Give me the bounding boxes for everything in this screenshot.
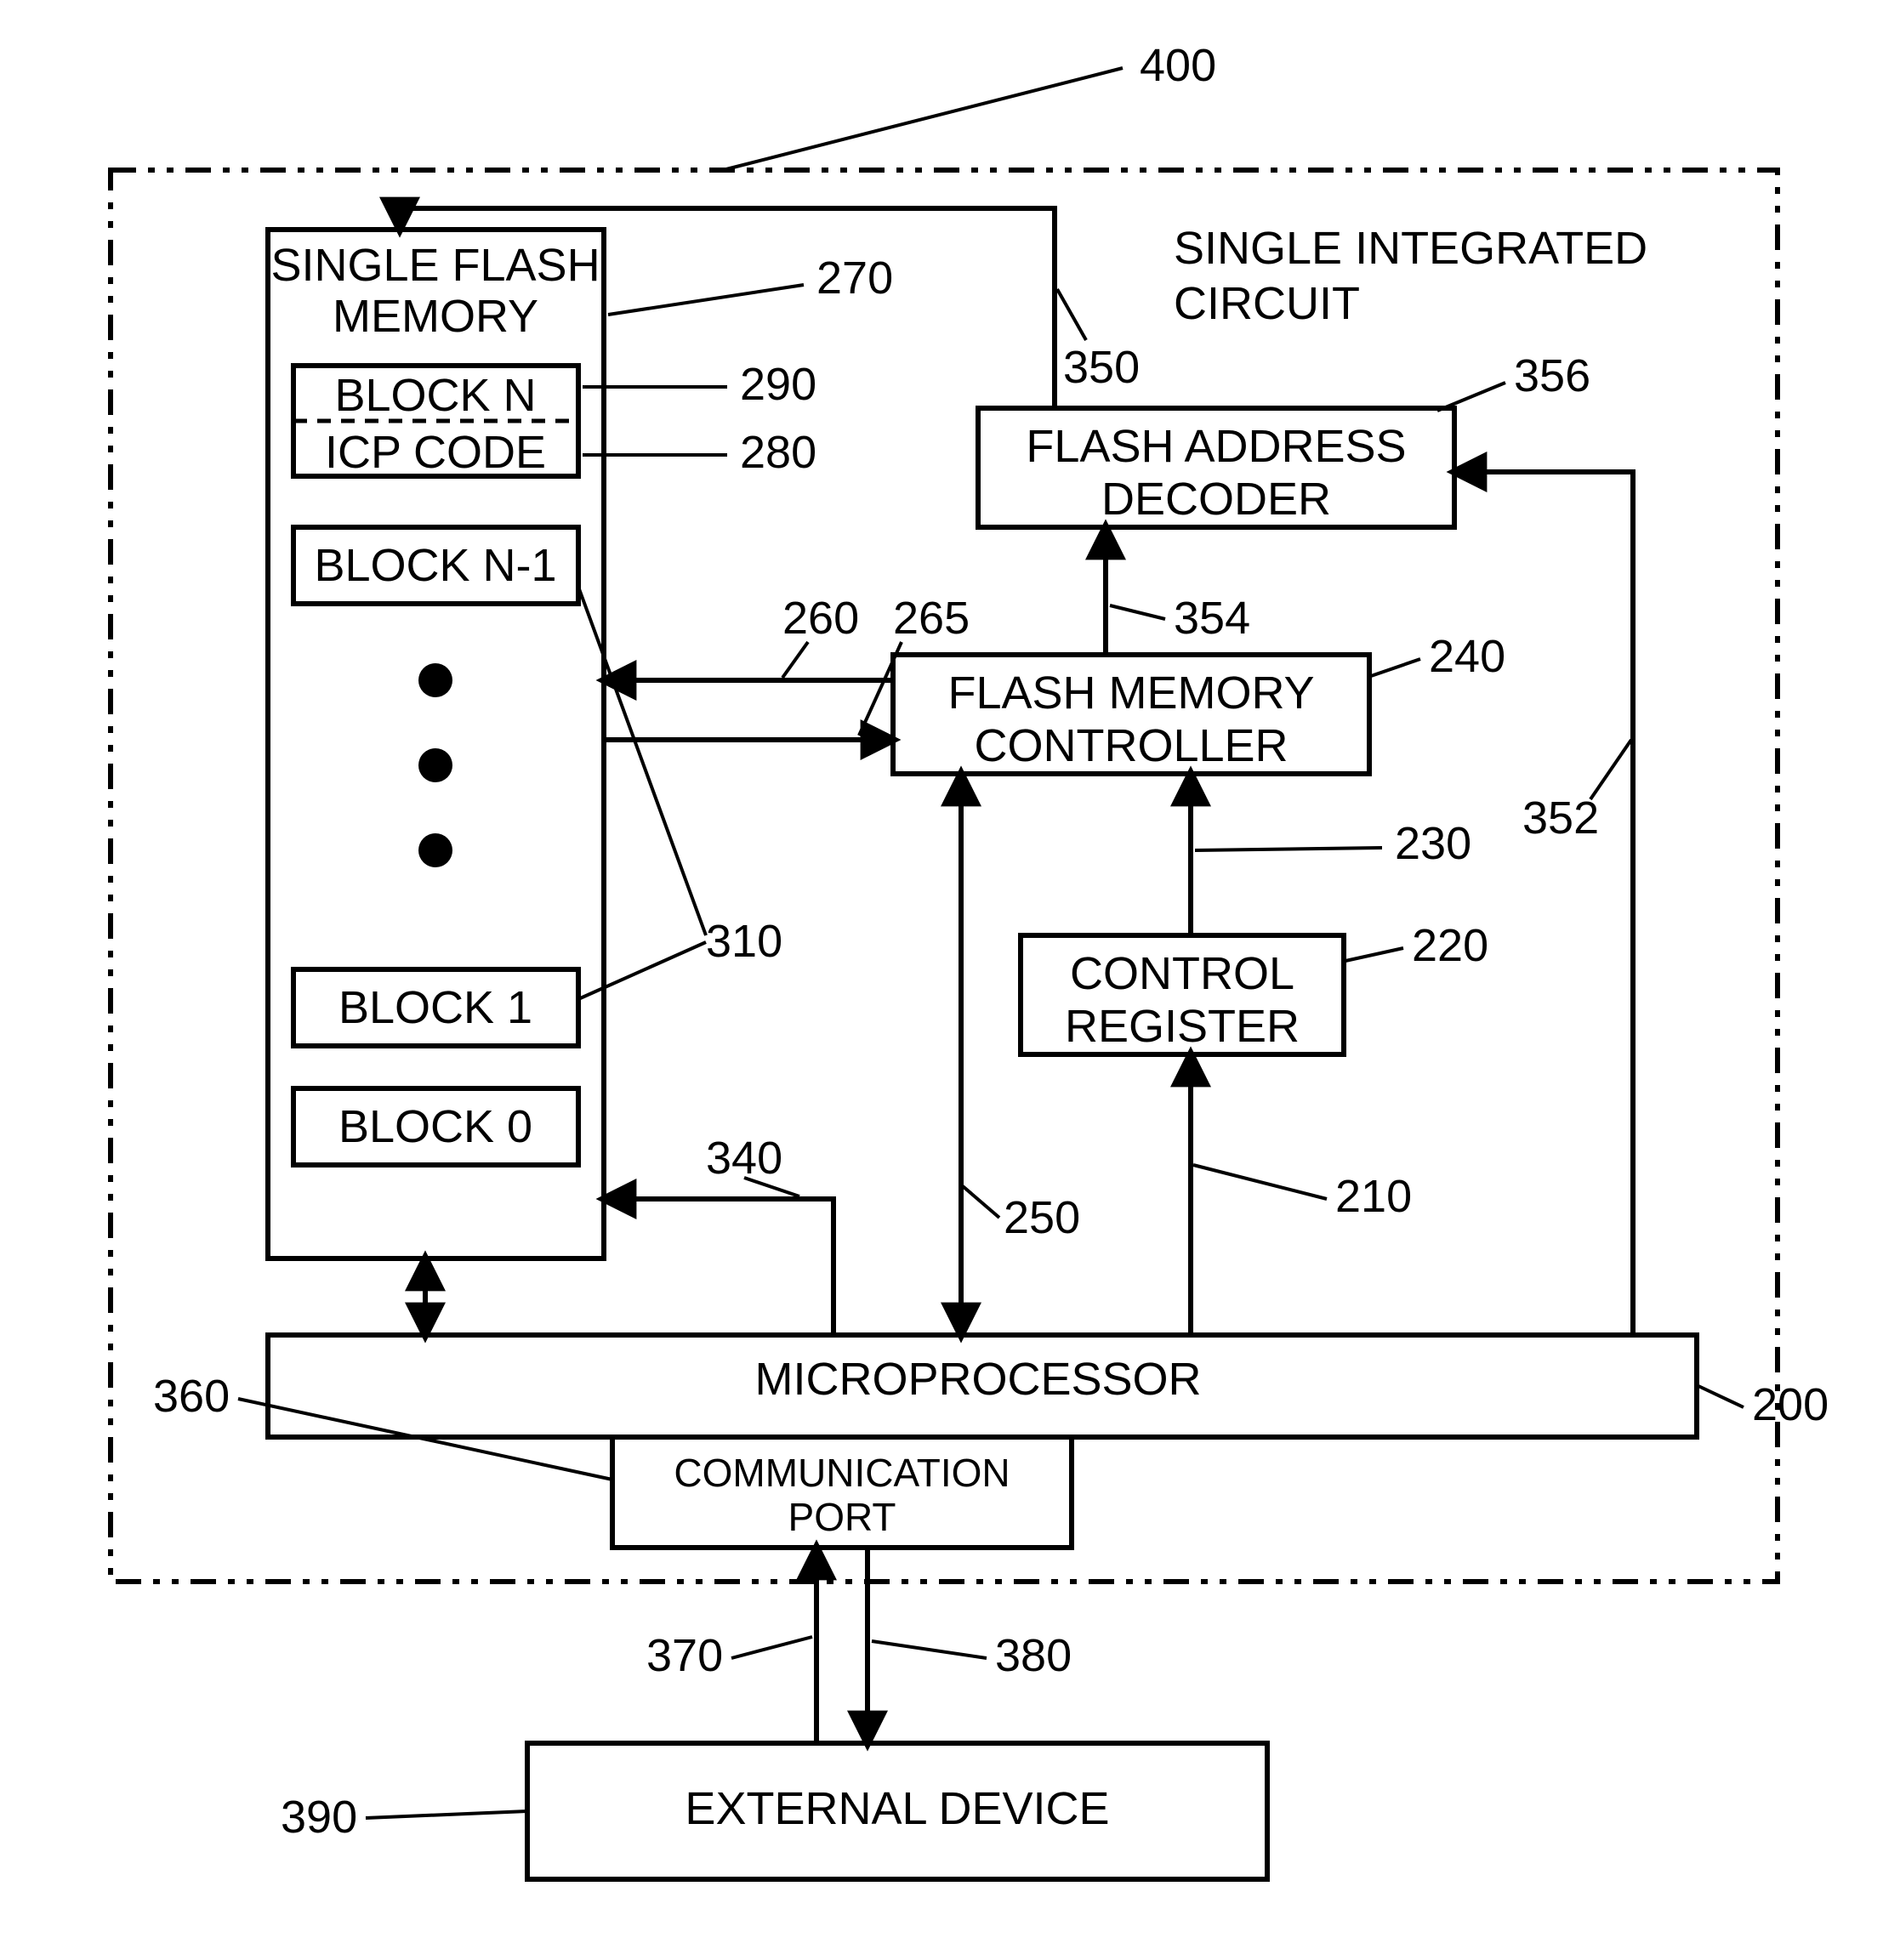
conn-340 bbox=[604, 1199, 833, 1335]
leader-356 bbox=[1437, 383, 1505, 411]
icp-code-label: ICP CODE bbox=[325, 427, 546, 478]
leader-230 bbox=[1195, 848, 1382, 850]
leader-260 bbox=[782, 642, 808, 678]
ref-200: 200 bbox=[1752, 1379, 1829, 1430]
ic-label-line1: SINGLE INTEGRATED bbox=[1174, 223, 1647, 274]
ref-240: 240 bbox=[1429, 631, 1505, 682]
ellipsis-dot-1 bbox=[418, 663, 452, 697]
decoder-line2: DECODER bbox=[1101, 474, 1331, 525]
ref-280: 280 bbox=[740, 427, 816, 478]
ref-354: 354 bbox=[1174, 593, 1250, 644]
flash-mem-title2: MEMORY bbox=[333, 291, 538, 342]
ref-210: 210 bbox=[1335, 1171, 1412, 1222]
ellipsis-dot-3 bbox=[418, 833, 452, 867]
flash-mem-title1: SINGLE FLASH bbox=[270, 240, 600, 291]
leader-210 bbox=[1193, 1165, 1327, 1199]
block-n-1-label: BLOCK N-1 bbox=[314, 540, 556, 591]
ref-390: 390 bbox=[281, 1792, 357, 1843]
leader-352 bbox=[1590, 740, 1631, 799]
ref-352: 352 bbox=[1522, 793, 1599, 844]
external-device-label: EXTERNAL DEVICE bbox=[685, 1783, 1109, 1834]
ref-400: 400 bbox=[1140, 40, 1216, 91]
ref-370: 370 bbox=[646, 1630, 723, 1681]
ref-356: 356 bbox=[1514, 350, 1590, 401]
ref-260: 260 bbox=[782, 593, 859, 644]
ref-250: 250 bbox=[1004, 1192, 1080, 1243]
ref-230: 230 bbox=[1395, 818, 1471, 869]
microprocessor-label: MICROPROCESSOR bbox=[754, 1354, 1201, 1405]
ref-290: 290 bbox=[740, 359, 816, 410]
leader-270 bbox=[608, 285, 804, 315]
ref-265: 265 bbox=[893, 593, 970, 644]
leader-390 bbox=[366, 1811, 527, 1818]
ref-310: 310 bbox=[706, 916, 782, 967]
leader-400 bbox=[723, 68, 1123, 170]
ref-340: 340 bbox=[706, 1133, 782, 1184]
register-line1: CONTROL bbox=[1070, 948, 1294, 999]
block-0-label: BLOCK 0 bbox=[338, 1101, 532, 1152]
ellipsis-dot-2 bbox=[418, 748, 452, 782]
ref-270: 270 bbox=[816, 253, 893, 304]
leader-240 bbox=[1371, 659, 1420, 676]
controller-line2: CONTROLLER bbox=[974, 720, 1288, 771]
block-1-label: BLOCK 1 bbox=[338, 982, 532, 1033]
ic-label-line2: CIRCUIT bbox=[1174, 278, 1360, 329]
leader-250 bbox=[963, 1186, 999, 1218]
leader-380 bbox=[872, 1641, 987, 1658]
leader-220 bbox=[1345, 948, 1403, 961]
ref-380: 380 bbox=[995, 1630, 1072, 1681]
decoder-line1: FLASH ADDRESS bbox=[1026, 421, 1406, 472]
register-line2: REGISTER bbox=[1065, 1001, 1300, 1052]
controller-line1: FLASH MEMORY bbox=[947, 668, 1314, 719]
leader-354 bbox=[1110, 605, 1165, 619]
comm-port-line2: PORT bbox=[788, 1495, 896, 1539]
conn-352 bbox=[1454, 472, 1633, 1335]
leader-350 bbox=[1057, 289, 1086, 340]
block-n-label: BLOCK N bbox=[334, 370, 536, 421]
leader-200 bbox=[1698, 1386, 1744, 1407]
ref-350: 350 bbox=[1063, 342, 1140, 393]
ref-220: 220 bbox=[1412, 920, 1488, 971]
leader-370 bbox=[731, 1637, 812, 1658]
ref-360: 360 bbox=[153, 1371, 230, 1422]
comm-port-line1: COMMUNICATION bbox=[674, 1451, 1010, 1495]
diagram-root: 400 SINGLE INTEGRATED CIRCUIT SINGLE FLA… bbox=[0, 0, 1883, 1960]
